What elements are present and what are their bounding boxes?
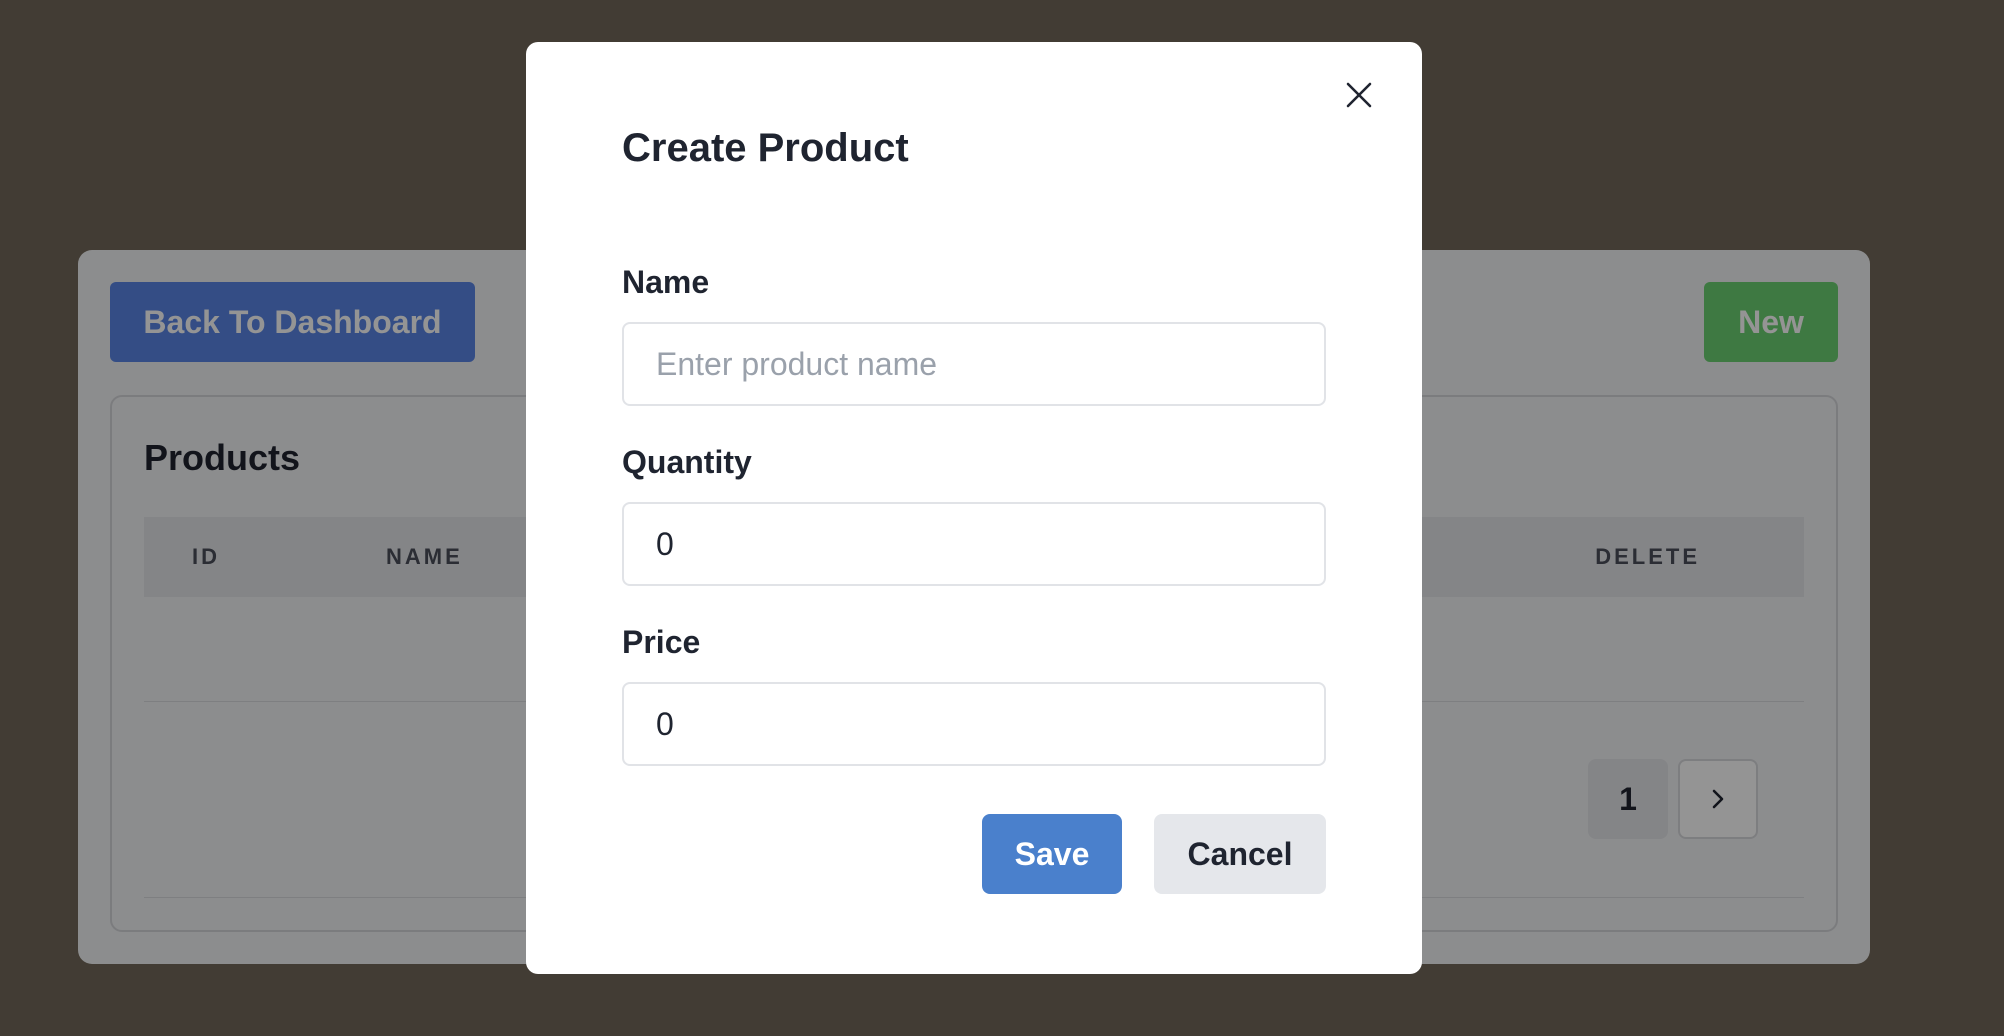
save-button[interactable]: Save <box>982 814 1122 894</box>
cancel-button[interactable]: Cancel <box>1154 814 1326 894</box>
close-icon <box>1346 82 1372 108</box>
price-input[interactable] <box>622 682 1326 766</box>
close-dialog-button[interactable] <box>1334 70 1384 120</box>
quantity-label: Quantity <box>622 444 752 480</box>
name-label: Name <box>622 264 710 300</box>
price-label: Price <box>622 624 701 660</box>
quantity-input[interactable] <box>622 502 1326 586</box>
dialog-title: Create Product <box>622 126 909 170</box>
product-name-input[interactable] <box>622 322 1326 406</box>
create-product-dialog: Create Product Name Quantity Price Save … <box>526 42 1422 974</box>
